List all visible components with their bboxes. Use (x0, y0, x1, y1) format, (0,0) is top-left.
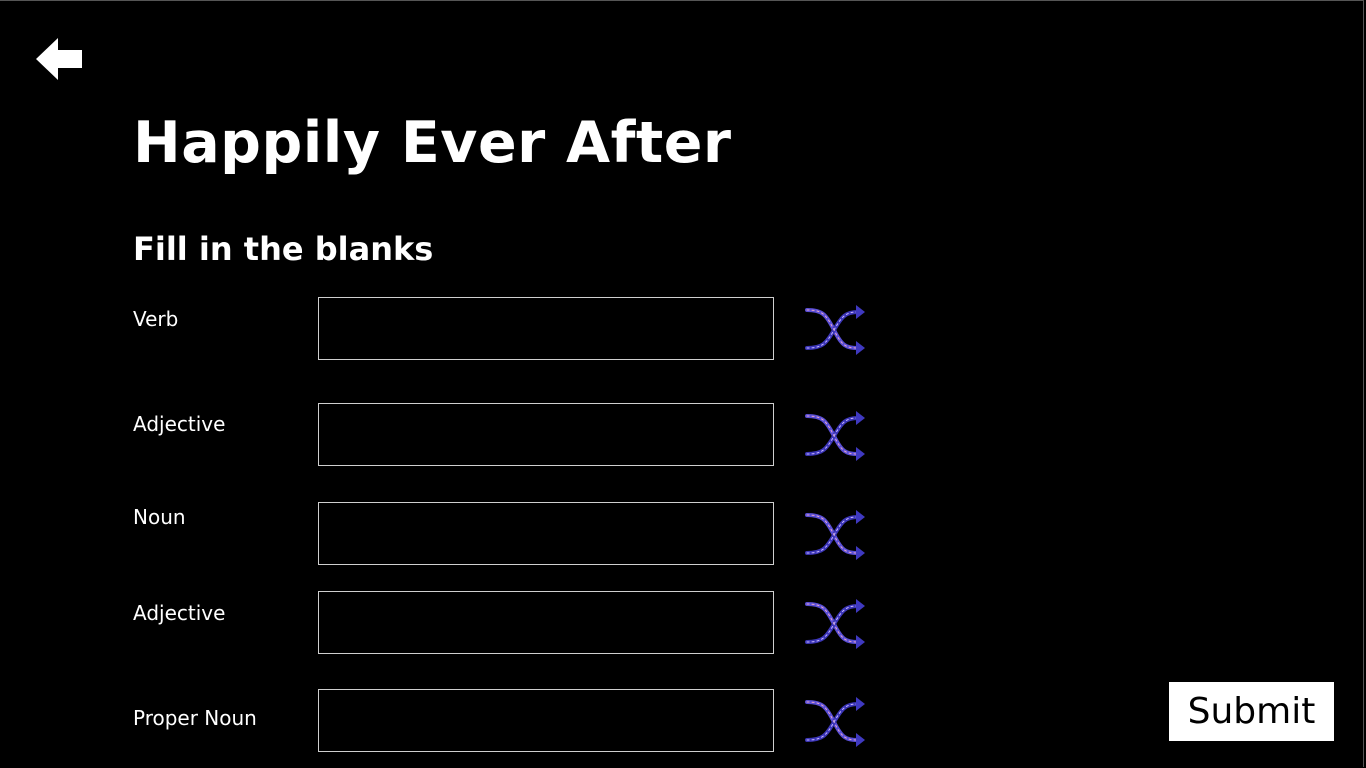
adjective-input-1[interactable] (318, 403, 774, 466)
shuffle-icon[interactable] (804, 694, 866, 750)
shuffle-icon[interactable] (804, 302, 866, 358)
verb-input[interactable] (318, 297, 774, 360)
submit-button[interactable]: Submit (1169, 682, 1334, 741)
page-title: Happily Ever After (133, 110, 732, 176)
field-label-noun: Noun (133, 505, 186, 529)
instructions-subtitle: Fill in the blanks (133, 230, 434, 268)
proper-noun-input[interactable] (318, 689, 774, 752)
shuffle-icon[interactable] (804, 507, 866, 563)
shuffle-icon[interactable] (804, 596, 866, 652)
noun-input[interactable] (318, 502, 774, 565)
shuffle-icon[interactable] (804, 408, 866, 464)
field-label-verb: Verb (133, 307, 179, 331)
field-label-adjective-2: Adjective (133, 601, 226, 625)
field-label-proper-noun: Proper Noun (133, 706, 257, 730)
field-label-adjective-1: Adjective (133, 412, 226, 436)
adjective-input-2[interactable] (318, 591, 774, 654)
back-arrow-icon[interactable] (34, 36, 84, 82)
